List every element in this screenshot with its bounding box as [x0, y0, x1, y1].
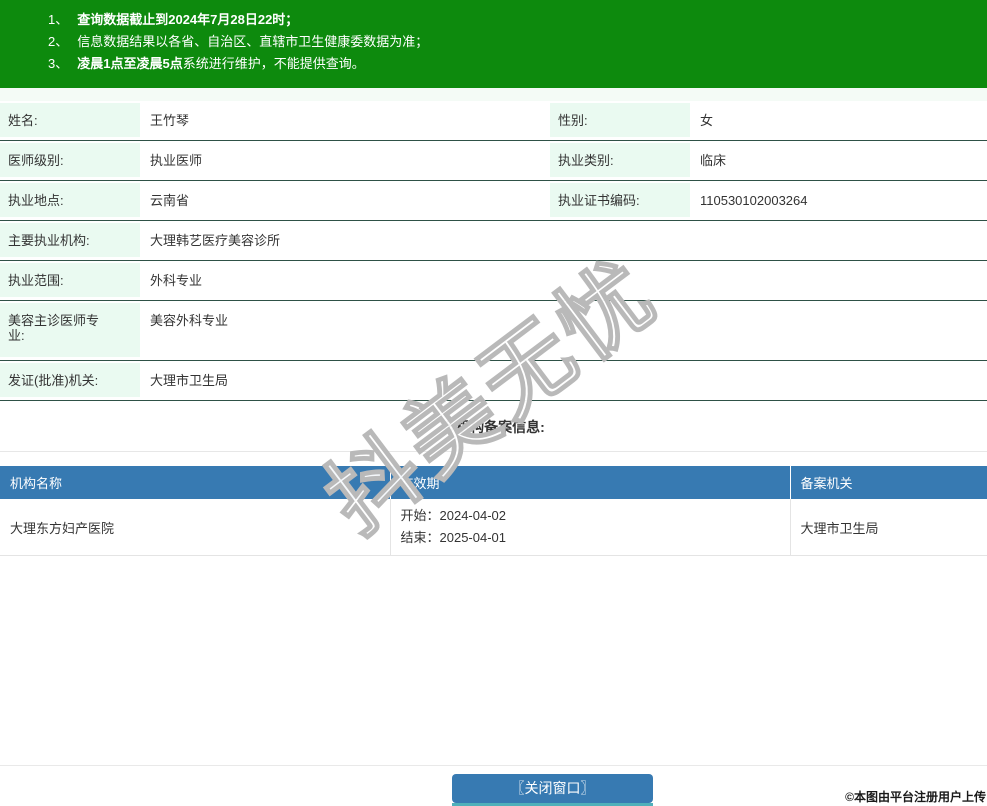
practice-scope-label: 执业范围: [0, 260, 140, 301]
practice-category-label: 执业类别: [550, 140, 690, 181]
filing-header-row: 机构名称 有效期 备案机关 [0, 466, 987, 499]
notice-text: 信息数据结果以各省、自治区、直辖市卫生健康委数据为准； [77, 34, 429, 49]
name-label: 姓名: [0, 101, 140, 141]
main-org-value: 大理韩艺医疗美容诊所 [140, 220, 987, 261]
column-header-validity: 有效期 [390, 466, 791, 499]
issuing-authority-value: 大理市卫生局 [140, 360, 987, 401]
notice-number: 2、 [48, 34, 69, 49]
notice-text: 系统进行维护，不能提供查询。 [182, 56, 365, 71]
practice-location-value: 云南省 [140, 180, 550, 221]
practice-scope-value: 外科专业 [140, 260, 987, 301]
practice-category-value: 临床 [690, 140, 987, 181]
notice-text-bold: 查询数据截止到2024年7月28日22时； [77, 12, 299, 27]
notice-line-2: 2、 信息数据结果以各省、自治区、直辖市卫生健康委数据为准； [48, 31, 977, 53]
certificate-number-value: 110530102003264 [690, 180, 987, 221]
practice-location-label: 执业地点: [0, 180, 140, 221]
table-row: 执业地点: 云南省 执业证书编码: 110530102003264 [0, 180, 987, 221]
table-row: 执业范围: 外科专业 [0, 260, 987, 301]
practitioner-info-table: 姓名: 王竹琴 性别: 女 医师级别: 执业医师 执业类别: 临床 执业地点: … [0, 101, 987, 401]
table-row: 医师级别: 执业医师 执业类别: 临床 [0, 140, 987, 181]
filing-gap [0, 452, 987, 466]
gender-label: 性别: [550, 101, 690, 141]
table-row: 发证(批准)机关: 大理市卫生局 [0, 360, 987, 401]
column-header-org: 机构名称 [0, 466, 391, 499]
validity-end: 结束：2025-04-01 [400, 530, 507, 545]
doctor-level-value: 执业医师 [140, 140, 550, 181]
issuing-authority-label: 发证(批准)机关: [0, 360, 140, 401]
close-window-button[interactable]: 〖关闭窗口〗 [452, 774, 653, 803]
filing-authority-value: 大理市卫生局 [790, 499, 987, 556]
filing-section-title: 多机构备案信息: [0, 401, 987, 452]
notice-banner: 1、 查询数据截止到2024年7月28日22时； 2、 信息数据结果以各省、自治区、… [0, 0, 987, 88]
main-org-label: 主要执业机构: [0, 220, 140, 261]
filing-org-value: 大理东方妇产医院 [0, 499, 391, 556]
table-row: 美容主诊医师专业: 美容外科专业 [0, 300, 987, 361]
table-row: 主要执业机构: 大理韩艺医疗美容诊所 [0, 220, 987, 261]
table-row: 姓名: 王竹琴 性别: 女 [0, 101, 987, 141]
notice-number: 1、 [48, 12, 69, 27]
doctor-level-label: 医师级别: [0, 140, 140, 181]
cosmetic-specialty-label: 美容主诊医师专业: [0, 300, 140, 361]
name-value: 王竹琴 [140, 101, 550, 141]
column-header-authority: 备案机关 [790, 466, 987, 499]
footer-divider [0, 765, 987, 766]
filing-table: 机构名称 有效期 备案机关 大理东方妇产医院 开始：2024-04-02 结束：… [0, 466, 987, 556]
filing-data-row: 大理东方妇产医院 开始：2024-04-02 结束：2025-04-01 大理市… [0, 499, 987, 556]
notice-line-3: 3、 凌晨1点至凌晨5点系统进行维护，不能提供查询。 [48, 53, 977, 75]
notice-line-1: 1、 查询数据截止到2024年7月28日22时； [48, 9, 977, 31]
validity-start: 开始：2024-04-02 [400, 508, 507, 523]
filing-validity-cell: 开始：2024-04-02 结束：2025-04-01 [390, 499, 791, 556]
gender-value: 女 [690, 101, 987, 141]
banner-gap [0, 88, 987, 101]
copyright-notice: ©本图由平台注册用户上传 [845, 790, 986, 804]
notice-number: 3、 [48, 56, 69, 71]
cosmetic-specialty-value: 美容外科专业 [140, 300, 987, 361]
certificate-number-label: 执业证书编码: [550, 180, 690, 221]
notice-text-bold: 凌晨1点至凌晨5点 [77, 56, 183, 71]
